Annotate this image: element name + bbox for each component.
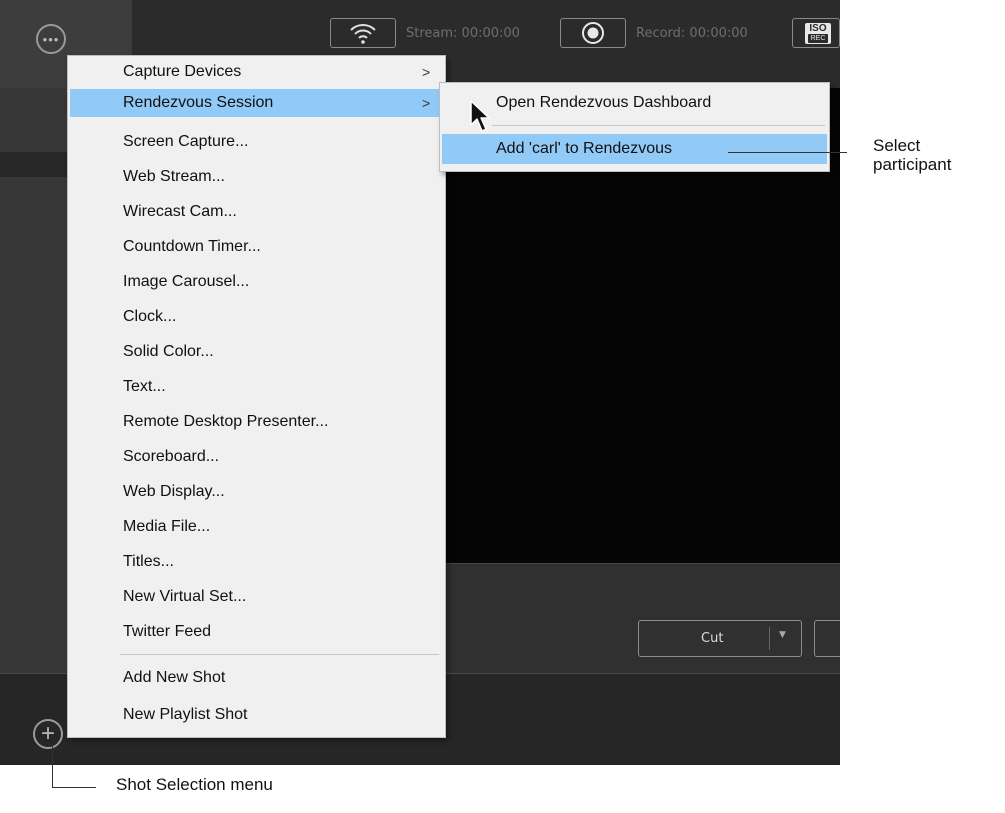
menu-item-new-virtual-set[interactable]: New Virtual Set... [70, 583, 443, 611]
shot-selection-pointer-vertical [52, 745, 53, 787]
transition-select[interactable]: Cut ▼ [638, 620, 802, 657]
callout-line-1: Select [873, 136, 921, 155]
select-participant-pointer [728, 152, 847, 153]
menu-item-new-playlist-shot[interactable]: New Playlist Shot [70, 701, 443, 729]
menu-item-titles[interactable]: Titles... [70, 548, 443, 576]
menu-item-countdown-timer[interactable]: Countdown Timer... [70, 233, 443, 261]
menu-item-label: Capture Devices [123, 63, 242, 80]
menu-item-wirecast-cam[interactable]: Wirecast Cam... [70, 198, 443, 226]
record-icon [582, 22, 604, 44]
menu-item-scoreboard[interactable]: Scoreboard... [70, 443, 443, 471]
more-options-icon[interactable]: ••• [36, 24, 66, 54]
transition-divider [769, 627, 770, 650]
record-button[interactable] [560, 18, 626, 48]
chevron-right-icon: > [422, 64, 431, 80]
wifi-broadcast-icon [350, 24, 376, 44]
shot-selection-menu: Capture Devices > Rendezvous Session > S… [67, 55, 446, 738]
submenu-separator [492, 125, 825, 126]
submenu-item-open-dashboard[interactable]: Open Rendezvous Dashboard [442, 88, 827, 118]
menu-item-clock[interactable]: Clock... [70, 303, 443, 331]
record-timer: Record: 00:00:00 [636, 26, 748, 41]
mouse-cursor-icon [470, 100, 490, 132]
rendezvous-submenu: Open Rendezvous Dashboard Add 'carl' to … [439, 82, 830, 172]
shot-selection-callout: Shot Selection menu [116, 775, 273, 794]
menu-separator [120, 654, 439, 655]
transition-label: Cut [701, 631, 724, 646]
iso-rec-icon: ISO REC [805, 23, 831, 44]
chevron-right-icon: > [422, 95, 431, 111]
transition-go-button[interactable] [814, 620, 840, 657]
select-participant-callout: Select participant [873, 136, 951, 174]
iso-record-button[interactable]: ISO REC [792, 18, 840, 48]
menu-item-solid-color[interactable]: Solid Color... [70, 338, 443, 366]
menu-item-image-carousel[interactable]: Image Carousel... [70, 268, 443, 296]
menu-item-media-file[interactable]: Media File... [70, 513, 443, 541]
menu-item-label: Rendezvous Session [123, 94, 274, 111]
menu-item-web-display[interactable]: Web Display... [70, 478, 443, 506]
menu-item-rendezvous-session[interactable]: Rendezvous Session > [70, 89, 443, 117]
menu-item-web-stream[interactable]: Web Stream... [70, 163, 443, 191]
shot-selection-pointer-horizontal [52, 787, 96, 788]
menu-item-add-new-shot[interactable]: Add New Shot [70, 664, 443, 692]
menu-item-capture-devices[interactable]: Capture Devices > [70, 58, 443, 86]
menu-item-text[interactable]: Text... [70, 373, 443, 401]
chevron-down-icon[interactable]: ▼ [779, 630, 786, 640]
callout-line-2: participant [873, 155, 952, 174]
stream-timer: Stream: 00:00:00 [406, 26, 520, 41]
submenu-item-add-participant[interactable]: Add 'carl' to Rendezvous [442, 134, 827, 164]
stream-button[interactable] [330, 18, 396, 48]
menu-item-screen-capture[interactable]: Screen Capture... [70, 128, 443, 156]
rec-label: REC [808, 34, 828, 43]
add-shot-icon[interactable]: + [33, 719, 63, 749]
menu-item-twitter-feed[interactable]: Twitter Feed [70, 618, 443, 646]
iso-label: ISO [809, 23, 827, 34]
menu-item-remote-desktop-presenter[interactable]: Remote Desktop Presenter... [70, 408, 443, 436]
